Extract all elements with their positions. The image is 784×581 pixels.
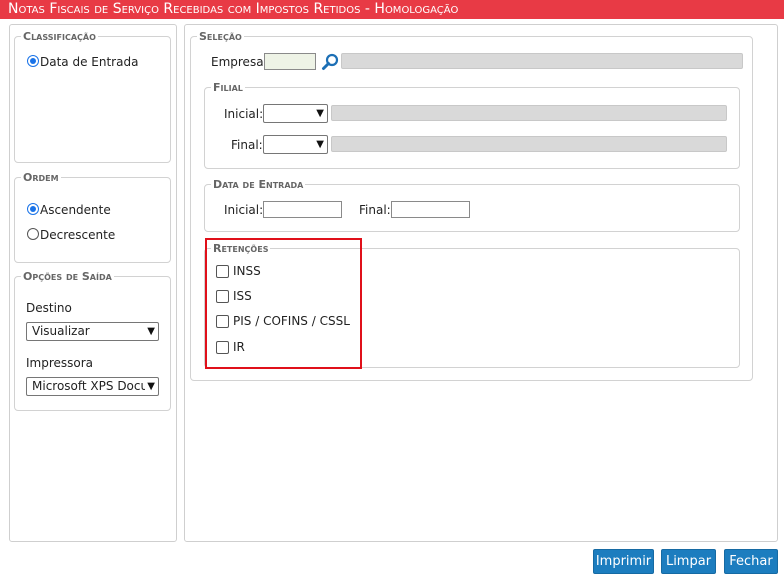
checkbox-inss[interactable] — [216, 265, 229, 278]
checkbox-iss[interactable] — [216, 290, 229, 303]
checkbox-ir-label: IR — [233, 340, 245, 354]
checkbox-pis-cofins-cssl-label: PIS / COFINS / CSSL — [233, 314, 350, 328]
chevron-down-icon: ▼ — [316, 108, 324, 119]
impressora-label: Impressora — [26, 356, 94, 370]
checkbox-inss-label: INSS — [233, 264, 261, 278]
empresa-label: Empresa: — [211, 55, 268, 69]
radio-decrescente[interactable] — [27, 228, 39, 240]
destino-select[interactable]: Visualizar ▼ — [26, 322, 159, 341]
radio-decrescente-label: Decrescente — [40, 228, 116, 242]
search-icon[interactable] — [321, 52, 341, 72]
fechar-button[interactable]: Fechar — [724, 549, 778, 574]
radio-ascendente[interactable] — [27, 203, 39, 215]
limpar-button[interactable]: Limpar — [661, 549, 716, 574]
ordem-group: Ordem — [14, 171, 171, 263]
filial-inicial-select[interactable]: ▼ — [263, 104, 328, 123]
impressora-value: Microsoft XPS Docur — [32, 379, 154, 393]
imprimir-button[interactable]: Imprimir — [593, 549, 654, 574]
data-entrada-final-input[interactable] — [391, 201, 470, 218]
filial-final-label: Final: — [231, 138, 263, 152]
filial-final-name-display — [331, 136, 727, 152]
empresa-input[interactable] — [264, 53, 316, 70]
checkbox-pis-cofins-cssl[interactable] — [216, 315, 229, 328]
classificacao-group: Classificação — [14, 30, 171, 163]
data-entrada-inicial-label: Inicial: — [224, 203, 264, 217]
destino-label: Destino — [26, 301, 72, 315]
impressora-select[interactable]: Microsoft XPS Docur ▼ — [26, 377, 159, 396]
data-entrada-legend: Data de Entrada — [213, 178, 304, 191]
destino-value: Visualizar — [32, 324, 90, 338]
chevron-down-icon: ▼ — [145, 378, 155, 395]
selecao-legend: Seleção — [199, 30, 242, 43]
data-entrada-inicial-input[interactable] — [263, 201, 342, 218]
ordem-legend: Ordem — [23, 171, 59, 184]
filial-final-select[interactable]: ▼ — [263, 135, 328, 154]
classificacao-legend: Classificação — [23, 30, 96, 43]
radio-data-entrada-label: Data de Entrada — [40, 55, 139, 69]
filial-legend: Filial — [213, 81, 243, 94]
page-title: Notas Fiscais de Serviço Recebidas com I… — [0, 0, 784, 19]
data-entrada-final-label: Final: — [359, 203, 391, 217]
radio-data-entrada[interactable] — [27, 55, 39, 67]
radio-ascendente-label: Ascendente — [40, 203, 111, 217]
chevron-down-icon: ▼ — [316, 139, 324, 150]
checkbox-ir[interactable] — [216, 341, 229, 354]
opcoes-saida-legend: Opções de Saída — [23, 270, 112, 283]
chevron-down-icon: ▼ — [147, 326, 155, 337]
checkbox-iss-label: ISS — [233, 289, 252, 303]
empresa-name-display — [341, 53, 743, 69]
filial-inicial-label: Inicial: — [224, 107, 264, 121]
filial-group: Filial — [204, 81, 740, 169]
filial-inicial-name-display — [331, 105, 727, 121]
